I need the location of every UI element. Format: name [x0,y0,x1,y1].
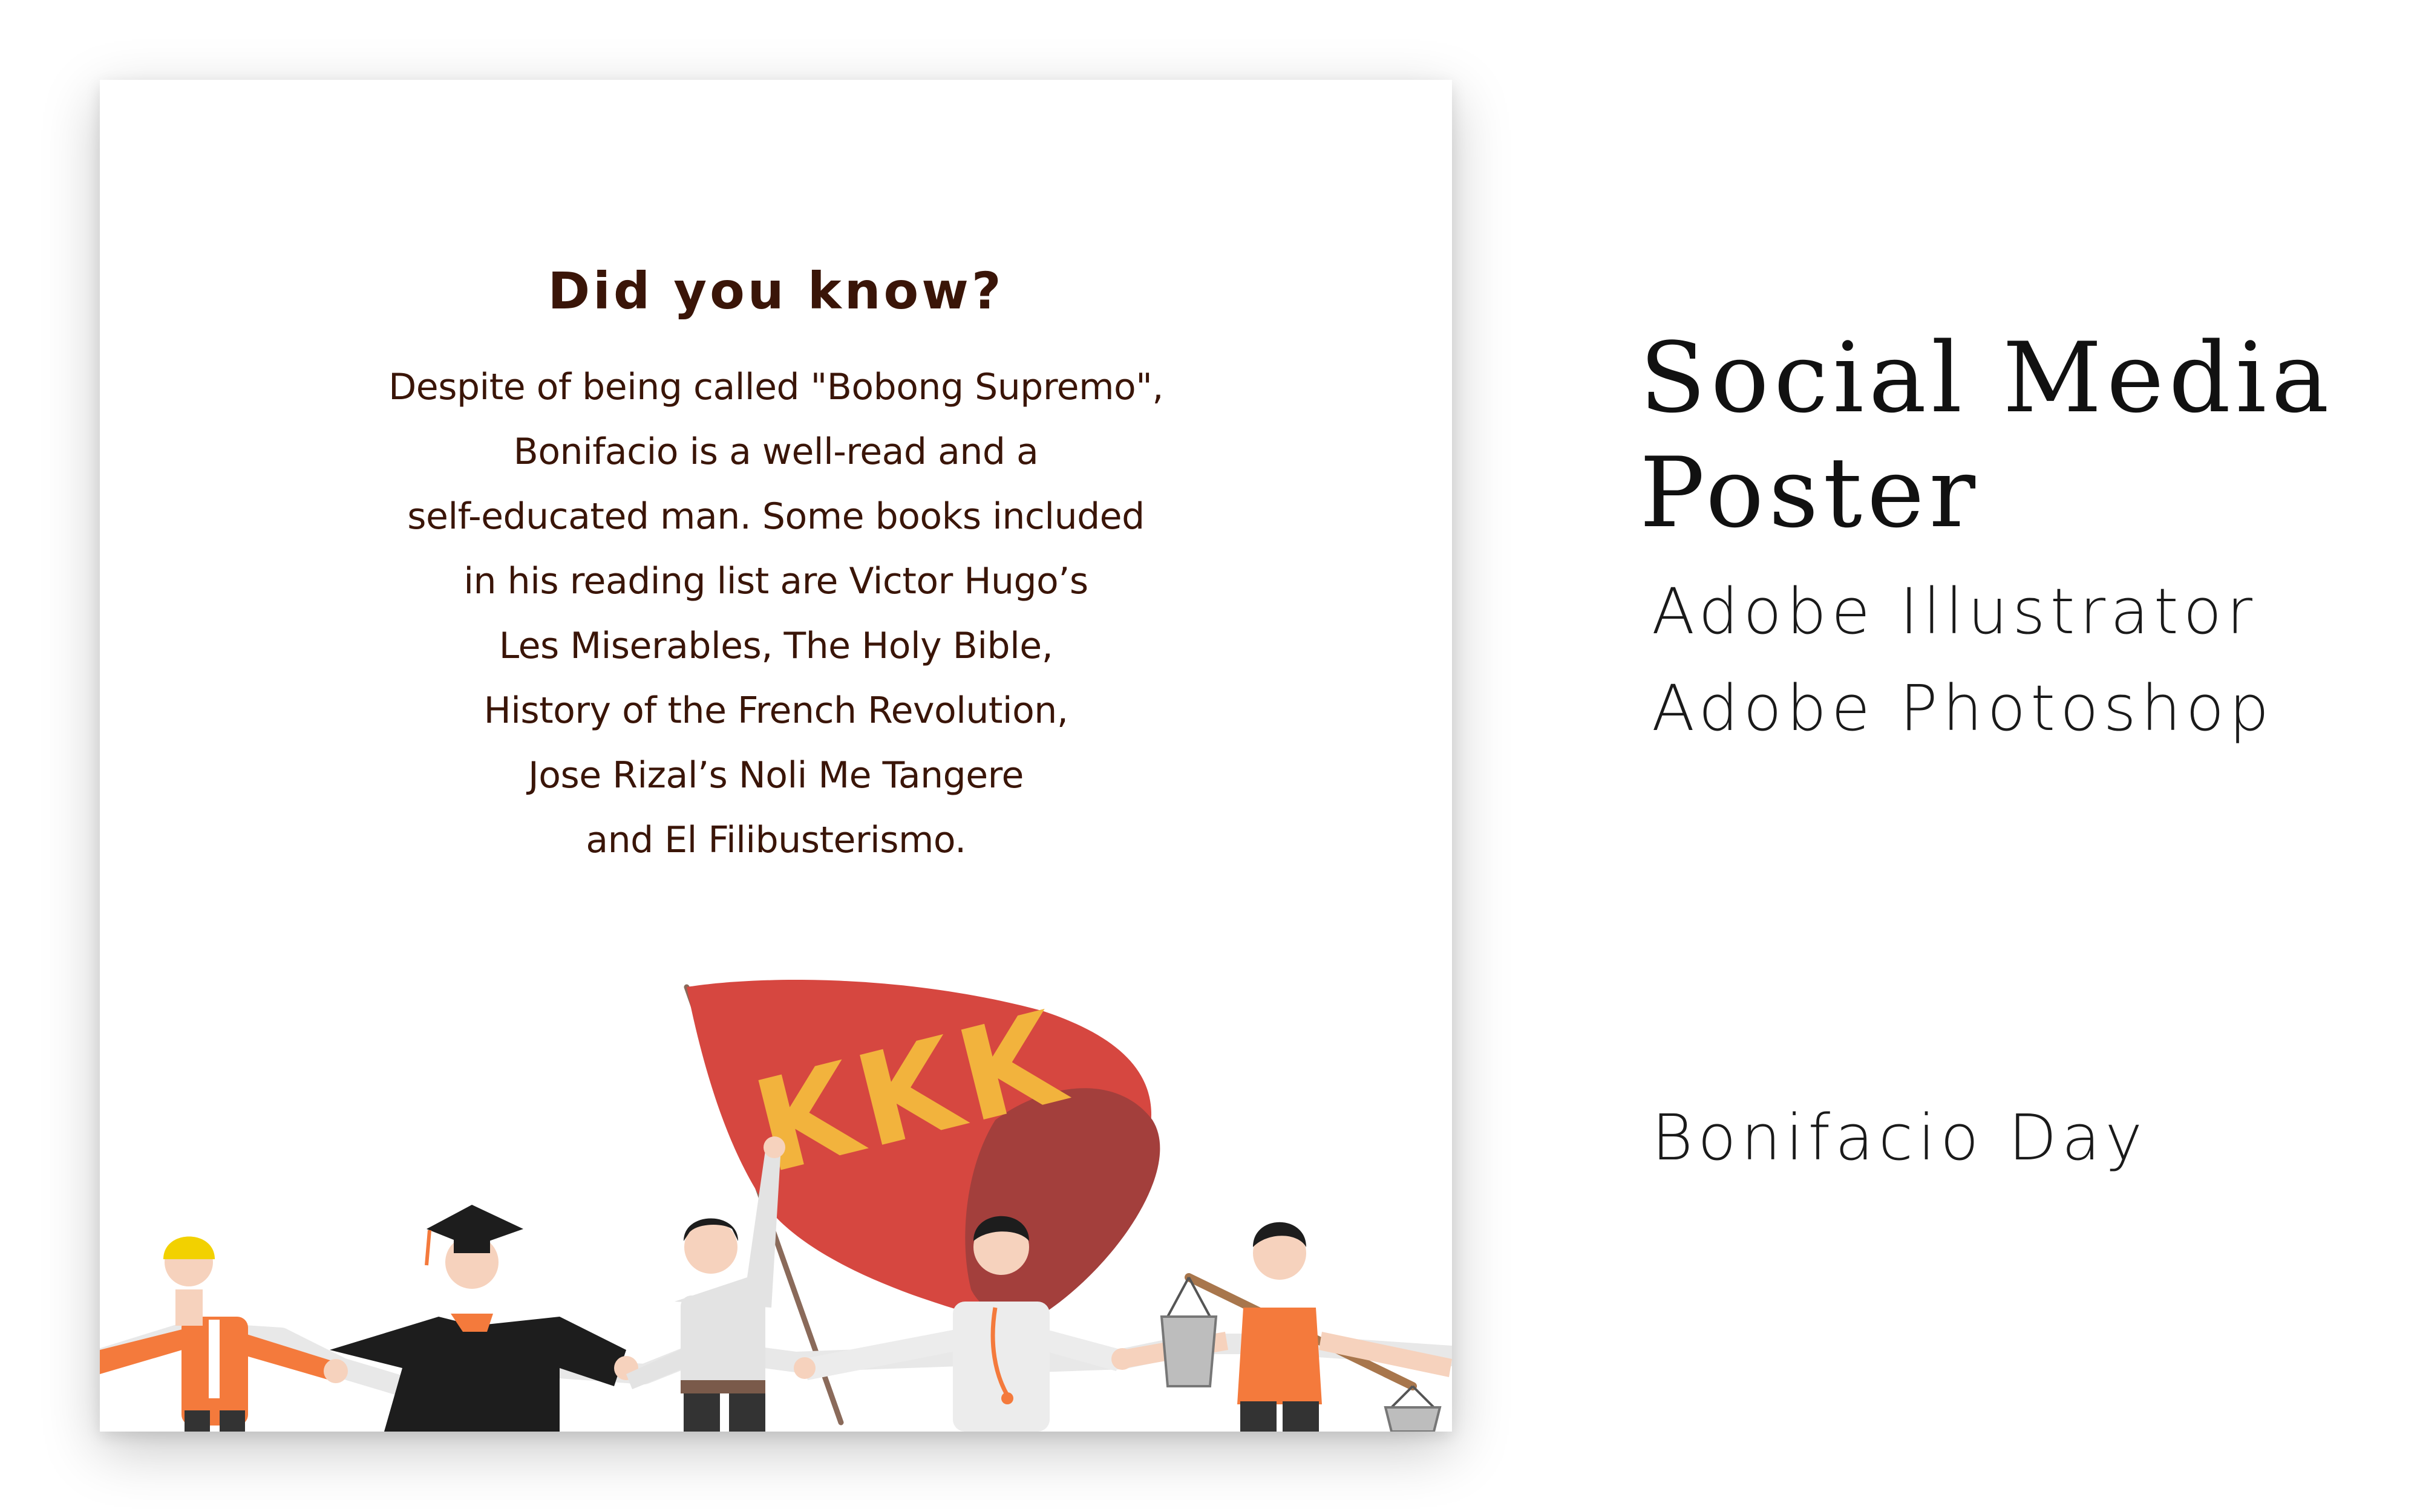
tool-illustrator: Adobe Illustrator [1652,575,2258,648]
poster-card: Did you know? Despite of being called "B… [100,80,1452,1432]
poster-body: Despite of being called "Bobong Supremo"… [100,355,1452,873]
poster-line: self-educated man. Some books included [407,495,1145,538]
tool-photoshop: Adobe Photoshop [1652,671,2274,745]
poster-line: Les Miserables, The Holy Bible, [499,625,1053,667]
poster-heading: Did you know? [548,261,1004,321]
figure-water-carrier [1122,1222,1452,1432]
poster-line: Despite of being called "Bobong Supremo"… [388,366,1163,408]
poster-line: and El Filibusterismo. [586,819,966,861]
figure-flag-bearer [626,1136,785,1432]
poster-line: Jose Rizal’s Noli Me Tangere [528,754,1024,797]
poster-line: History of the French Revolution, [483,689,1068,732]
people-illustration: KKK [100,980,1452,1432]
figure-worker [100,1236,348,1432]
project-title: Social Media Poster [1640,321,2334,549]
poster-line: Bonifacio is a well-read and a [513,431,1039,473]
project-name: Bonifacio Day [1652,1101,2147,1175]
poster-line: in his reading list are Victor Hugo’s [463,560,1088,602]
figure-graduate [330,1205,638,1432]
